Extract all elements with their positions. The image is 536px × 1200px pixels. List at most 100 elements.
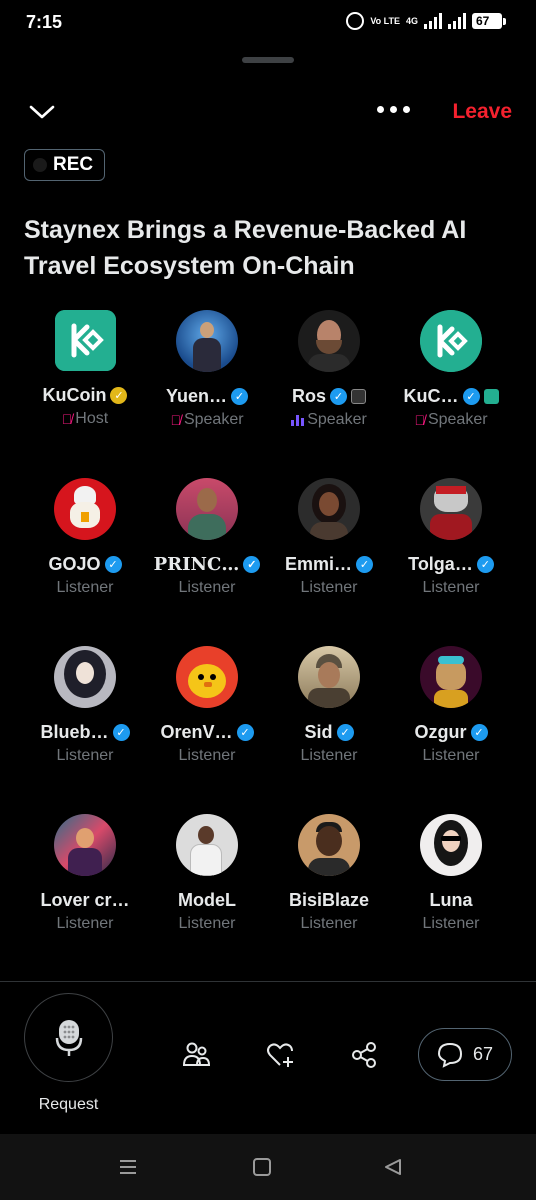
people-icon xyxy=(182,1042,211,1066)
controls-divider xyxy=(0,981,536,982)
system-nav-bar xyxy=(0,1134,536,1200)
participant-ozgur[interactable]: Ozgur ✓ Listener xyxy=(390,646,512,806)
participant-name: Luna xyxy=(429,890,473,910)
participant-role: Listener xyxy=(56,915,114,932)
participant-name: Ros xyxy=(291,386,326,406)
rec-badge: REC xyxy=(24,149,105,181)
sheet-drag-handle[interactable] xyxy=(242,57,294,63)
participant-role: Listener xyxy=(56,579,114,596)
participant-yuen[interactable]: Yuen… ✓ 🎙̸ Speaker xyxy=(146,310,268,470)
chevron-down-icon[interactable] xyxy=(28,102,56,122)
participant-luna[interactable]: Luna Listener xyxy=(390,814,512,974)
verified-badge-icon: ✓ xyxy=(236,724,254,741)
space-topbar: Leave xyxy=(0,96,536,132)
participant-name: Sid xyxy=(304,722,333,742)
participant-name: Blueb… xyxy=(40,722,109,742)
participant-role: Listener xyxy=(178,747,236,764)
verified-badge-icon: ✓ xyxy=(330,388,347,405)
participant-gojo[interactable]: GOJO ✓ Listener xyxy=(24,478,146,638)
participant-ros[interactable]: Ros ✓ Speaker xyxy=(268,310,390,470)
participant-grid: KuCoin ✓ 🎙̸ Host Yuen… ✓ 🎙̸ Speaker Ros xyxy=(24,310,512,974)
participant-bisiblaze[interactable]: BisiBlaze Listener xyxy=(268,814,390,974)
avatar xyxy=(420,478,482,540)
verified-badge-icon: ✓ xyxy=(462,388,480,405)
recents-icon[interactable] xyxy=(118,1158,138,1176)
avatar xyxy=(176,478,238,540)
heart-plus-icon xyxy=(267,1043,293,1067)
participant-role: Listener xyxy=(300,579,358,596)
verified-badge-icon: ✓ xyxy=(356,556,374,573)
participant-princ[interactable]: PRINC… ✓ Listener xyxy=(146,478,268,638)
comments-button[interactable]: 67 xyxy=(418,1028,512,1081)
affiliate-badge-icon xyxy=(483,389,499,404)
mic-muted-icon: 🎙̸ xyxy=(414,412,425,428)
avatar xyxy=(176,646,238,708)
participant-role: Speaker xyxy=(427,411,488,428)
participant-role: Listener xyxy=(422,579,480,596)
leave-button[interactable]: Leave xyxy=(452,100,512,124)
status-icons: Vo LTE 4G 67 xyxy=(346,12,506,30)
rec-label: REC xyxy=(53,154,94,175)
react-button[interactable] xyxy=(266,1040,296,1070)
participant-kucoin-host[interactable]: KuCoin ✓ 🎙̸ Host xyxy=(24,310,146,470)
status-bar: 7:15 Vo LTE 4G 67 xyxy=(0,0,536,44)
signal-icon xyxy=(424,13,442,29)
participant-lover[interactable]: Lover cr… Listener xyxy=(24,814,146,974)
participant-orenv[interactable]: OrenV… ✓ Listener xyxy=(146,646,268,806)
verified-badge-icon: ✓ xyxy=(470,724,488,741)
verified-badge-icon: ✓ xyxy=(231,388,248,405)
avatar xyxy=(298,478,360,540)
participant-name: PRINC… xyxy=(153,554,240,575)
participant-sid[interactable]: Sid ✓ Listener xyxy=(268,646,390,806)
participants-button[interactable] xyxy=(182,1040,212,1070)
mic-muted-icon: 🎙̸ xyxy=(61,411,73,427)
participant-model[interactable]: ModeL Listener xyxy=(146,814,268,974)
volte-indicator: Vo LTE xyxy=(370,15,400,26)
network-type: 4G xyxy=(405,16,418,26)
participant-tolga[interactable]: Tolga… ✓ Listener xyxy=(390,478,512,638)
avatar xyxy=(54,310,116,371)
verified-badge-icon: ✓ xyxy=(104,556,122,573)
share-button[interactable] xyxy=(349,1040,379,1070)
participant-blueb[interactable]: Blueb… ✓ Listener xyxy=(24,646,146,806)
participant-name: Emmi… xyxy=(284,554,353,574)
participant-role: Listener xyxy=(422,747,480,764)
request-label: Request xyxy=(38,1096,99,1113)
affiliate-badge-icon xyxy=(351,389,366,404)
participant-name: KuCoin xyxy=(42,385,107,405)
avatar xyxy=(176,814,238,876)
participant-emmi[interactable]: Emmi… ✓ Listener xyxy=(268,478,390,638)
verified-badge-icon: ✓ xyxy=(476,556,494,573)
avatar xyxy=(420,310,482,372)
verified-badge-icon: ✓ xyxy=(112,724,130,741)
participant-role: Listener xyxy=(56,747,114,764)
participant-name: KuC… xyxy=(403,386,459,406)
participant-name: OrenV… xyxy=(160,722,233,742)
signal-icon-2 xyxy=(448,13,466,29)
participant-name: Yuen… xyxy=(165,386,227,406)
speaking-indicator-icon xyxy=(291,414,305,426)
home-icon[interactable] xyxy=(252,1158,272,1176)
avatar xyxy=(420,814,482,876)
participant-name: Ozgur xyxy=(414,722,467,742)
avatar xyxy=(420,646,482,708)
participant-kucoin-speaker[interactable]: KuC… ✓ 🎙̸ Speaker xyxy=(390,310,512,470)
request-mic-button[interactable] xyxy=(24,993,113,1082)
participant-name: ModeL xyxy=(178,890,236,910)
participant-role: Listener xyxy=(178,579,236,596)
participant-name: Lover cr… xyxy=(40,890,130,910)
mic-muted-icon: 🎙̸ xyxy=(170,412,181,428)
comment-count: 67 xyxy=(472,1044,494,1064)
record-dot-icon xyxy=(33,158,47,172)
participant-role: Host xyxy=(75,410,109,427)
participant-role: Listener xyxy=(300,747,358,764)
share-icon xyxy=(352,1042,376,1068)
participant-role: Listener xyxy=(422,915,480,932)
back-icon[interactable] xyxy=(383,1158,403,1176)
more-options-icon[interactable] xyxy=(377,106,410,113)
comment-icon xyxy=(437,1042,462,1068)
avatar xyxy=(298,310,360,372)
participant-name: BisiBlaze xyxy=(288,890,370,910)
space-title: Staynex Brings a Revenue-Backed AI Trave… xyxy=(24,216,467,280)
verified-badge-icon: ✓ xyxy=(336,724,354,741)
